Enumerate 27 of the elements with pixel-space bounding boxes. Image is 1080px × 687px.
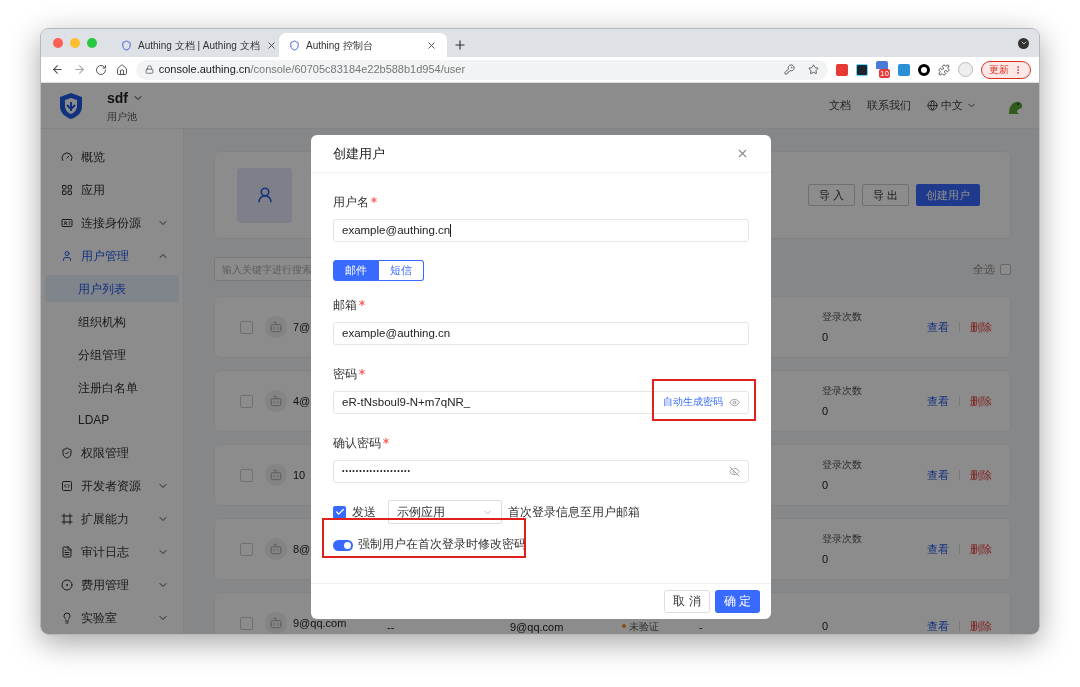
extra-value: - xyxy=(699,621,703,633)
field-label: 用户名 xyxy=(333,194,369,211)
login-count-label: 登录次数 xyxy=(822,531,862,546)
dialog-title: 创建用户 xyxy=(333,144,386,163)
user-email: 4@ xyxy=(293,393,311,409)
user-email: 9@qq.com xyxy=(293,615,347,631)
send-suffix: 首次登录信息至用户邮箱 xyxy=(508,504,640,521)
user-email: 7@ xyxy=(293,319,311,335)
badge: 10 xyxy=(879,69,890,78)
pool-label: 用户池 xyxy=(107,109,138,124)
login-count: 0 xyxy=(822,551,829,567)
verification-status: 未验证 xyxy=(629,619,659,634)
login-count: 0 xyxy=(822,477,829,493)
user-phone: -- xyxy=(387,621,395,633)
login-count-label: 登录次数 xyxy=(822,309,862,324)
login-count-label: 登录次数 xyxy=(822,383,862,398)
login-count-label: 登录次数 xyxy=(822,457,862,472)
send-label: 发送 xyxy=(352,504,376,521)
field-label: 邮箱 xyxy=(333,297,357,314)
field-label: 确认密码 xyxy=(333,435,381,452)
field-label: 密码 xyxy=(333,366,357,383)
user-email: 10 xyxy=(293,467,306,483)
login-count: 0 xyxy=(822,618,829,634)
user-email: 8@ xyxy=(293,541,311,557)
login-count: 0 xyxy=(822,403,829,419)
login-count: 0 xyxy=(822,329,829,345)
user-email: 9@qq.com xyxy=(510,621,564,633)
